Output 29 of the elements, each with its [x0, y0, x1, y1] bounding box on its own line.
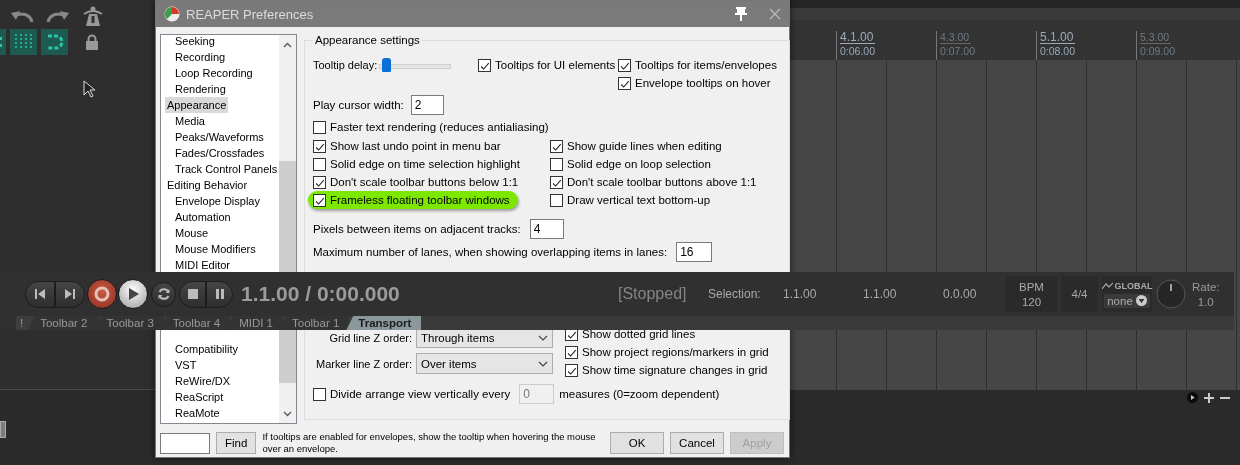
status-text: [Stopped] [618, 285, 688, 303]
field-label: Pixels between items on adjacent tracks: [313, 223, 521, 235]
bpm-value: 120 [1021, 295, 1042, 308]
field-label: Maximum number of lanes, when showing overlapping items in lanes: [313, 246, 668, 258]
selection-label: Selection: [708, 287, 762, 301]
bar-label: 4.3.00 [940, 31, 972, 44]
time-label: 0:09.00 [1140, 44, 1177, 58]
bpm-label: BPM [1019, 280, 1044, 293]
rate-label: Rate: [1192, 280, 1220, 293]
field-label: measures (0=zoom dependent) [559, 388, 720, 400]
time-label: 0:07.00 [940, 44, 977, 58]
rate-value: 1.0 [1197, 295, 1214, 308]
field-label: Play cursor width: [313, 99, 404, 111]
selection-value: 1.1.00 [863, 287, 898, 301]
automation-label: GLOBAL [1114, 280, 1153, 291]
time-label: 0:08.00 [1040, 44, 1077, 58]
bar-label: 5.1.00 [1040, 31, 1076, 44]
group-title: Appearance settings [314, 34, 421, 46]
selection-value: 1.1.00 [783, 287, 818, 301]
hint-text: If tooltips are enabled for envelopes, show the tooltip when hovering the mouse over an envelope. [262, 431, 597, 455]
field-label: Marker line Z order: [315, 356, 412, 371]
window-title: REAPER Preferences [186, 6, 315, 22]
field-label: Grid line Z order: [328, 330, 412, 345]
bar-label: 5.3.00 [1140, 31, 1172, 44]
selection-value: 0.0.00 [943, 287, 978, 301]
bar-label: 4.1.00 [840, 31, 876, 44]
field-label: Tooltip delay: [313, 59, 378, 71]
time-display: 1.1.00 / 0:00.000 [240, 282, 401, 306]
time-label: 0:06.00 [840, 44, 877, 58]
